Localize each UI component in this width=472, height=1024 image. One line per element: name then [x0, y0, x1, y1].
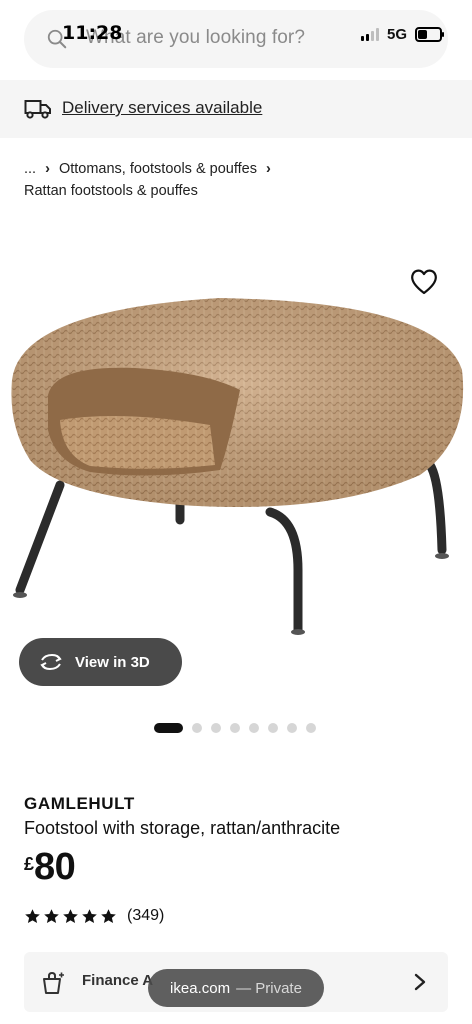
price-currency: £ — [24, 854, 35, 874]
rating-count[interactable]: (349) — [127, 907, 164, 925]
carousel-dot[interactable] — [287, 723, 297, 733]
rotate-3d-icon — [40, 653, 62, 671]
breadcrumb: ... › Ottomans, footstools & pouffes › — [24, 155, 454, 183]
view-in-3d-label: View in 3D — [75, 653, 150, 671]
chevron-right-icon: › — [45, 161, 50, 177]
breadcrumb-item-current[interactable]: Rattan footstools & pouffes — [24, 183, 198, 199]
delivery-services-link[interactable]: Delivery services available — [62, 98, 262, 118]
star-icon — [44, 908, 59, 923]
signal-icon — [360, 28, 379, 41]
breadcrumb-item[interactable]: Ottomans, footstools & pouffes — [59, 161, 257, 177]
delivery-banner: Delivery services available — [0, 80, 472, 138]
chevron-right-icon — [414, 973, 426, 991]
finance-label: Finance A — [82, 972, 154, 989]
heart-icon[interactable] — [408, 266, 440, 296]
star-icon — [101, 908, 116, 923]
carousel-dot[interactable] — [249, 723, 259, 733]
carousel-dot[interactable] — [268, 723, 278, 733]
carousel-dot[interactable] — [230, 723, 240, 733]
product-description: Footstool with storage, rattan/anthracit… — [24, 818, 341, 838]
network-label: 5G — [386, 26, 407, 43]
carousel-dot[interactable] — [154, 723, 183, 733]
truck-icon — [24, 100, 51, 119]
carousel-dot[interactable] — [306, 723, 316, 733]
image-carousel-dots[interactable] — [154, 723, 316, 733]
product-name: GAMLEHULT — [24, 794, 135, 813]
star-icon — [82, 908, 97, 923]
url-domain: ikea.com — [170, 979, 231, 997]
chevron-right-icon: › — [265, 161, 271, 177]
star-icon — [25, 908, 40, 923]
top-bar: What are you looking for? 11:28 5G — [0, 0, 472, 80]
battery-icon — [415, 27, 444, 42]
carousel-dot[interactable] — [192, 723, 202, 733]
star-icon — [63, 908, 78, 923]
breadcrumb-ellipsis[interactable]: ... — [24, 161, 36, 177]
view-in-3d-button[interactable]: View in 3D — [19, 638, 182, 686]
status-indicators: 5G — [360, 26, 444, 43]
carousel-dot[interactable] — [211, 723, 221, 733]
browser-url-pill[interactable]: ikea.com — Private — [148, 969, 324, 1007]
product-price: £ 80 — [24, 846, 76, 889]
price-value: 80 — [34, 846, 76, 888]
finance-bag-icon — [43, 971, 64, 994]
private-mode-label: — Private — [236, 979, 302, 997]
status-time: 11:28 — [62, 22, 123, 44]
rating[interactable]: (349) — [24, 907, 164, 925]
product-image[interactable] — [0, 240, 472, 700]
